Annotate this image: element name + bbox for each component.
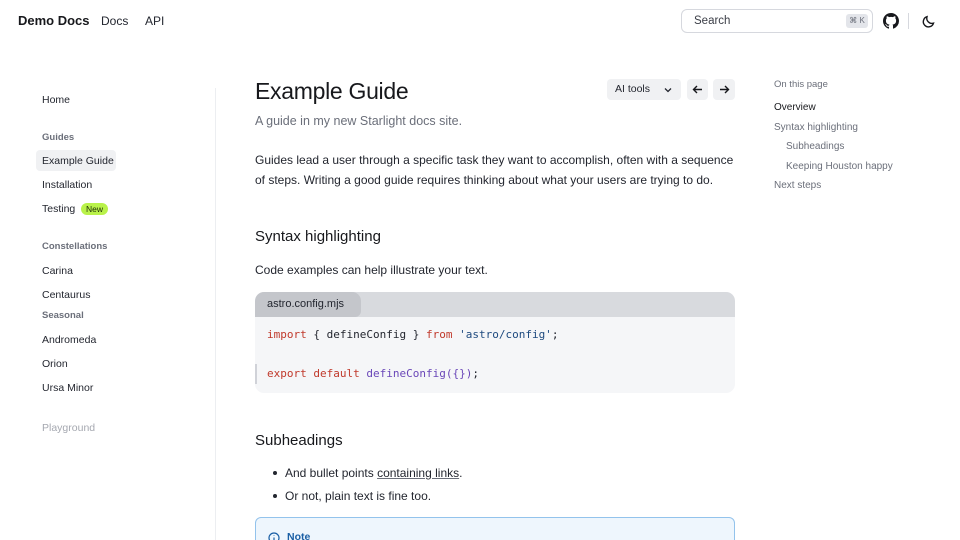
page-title: Example Guide [255,78,409,104]
code-line-marker [255,364,257,384]
list-item: Or not, plain text is fine too. [285,489,432,503]
search-button[interactable]: Search ⌘ K [681,9,873,33]
header-divider [908,13,909,29]
code-intro-paragraph: Code examples can help illustrate your t… [255,263,488,277]
code-token: { defineConfig } [306,328,426,341]
arrow-left-icon [691,83,704,101]
sidebar-item-ursa-minor[interactable]: Ursa Minor [42,382,93,394]
code-file-tab: astro.config.mjs [255,292,361,317]
prev-page-button[interactable] [687,79,708,100]
toc-item-overview[interactable]: Overview [774,102,816,113]
code-token: defineConfig [366,367,446,380]
nav-link-docs[interactable]: Docs [101,14,128,28]
code-token: 'astro/config' [459,328,552,341]
sidebar-item-home[interactable]: Home [42,94,70,106]
code-token: ; [472,367,479,380]
intro-paragraph: Guides lead a user through a specific ta… [255,153,734,187]
list-item: And bullet points containing links. [285,466,462,480]
sidebar-item-andromeda[interactable]: Andromeda [42,334,96,346]
toc-item-subheadings[interactable]: Subheadings [786,141,844,152]
code-line-1: import { defineConfig } from 'astro/conf… [267,328,558,341]
chevron-down-icon [663,83,673,101]
sidebar-item-installation[interactable]: Installation [42,179,92,191]
info-icon [268,531,280,540]
code-token: ; [551,328,559,341]
sidebar-group-constellations: Constellations [42,241,108,252]
sidebar-item-centaurus[interactable]: Centaurus [42,289,90,301]
nav-link-api[interactable]: API [145,14,164,28]
moon-icon[interactable] [921,13,937,29]
new-badge: New [81,203,109,215]
sidebar-item-example-guide[interactable]: Example Guide [42,155,114,167]
code-token: export [267,367,307,380]
search-label: Search [694,15,731,27]
ai-tools-button[interactable]: AI tools [607,79,681,100]
heading-subheadings: Subheadings [255,432,343,449]
list-text: And bullet points [285,466,378,480]
code-line-2: export default defineConfig({}); [267,367,479,380]
code-token: import [267,328,307,341]
bullet-dot [273,494,277,498]
code-block: astro.config.mjs import { defineConfig }… [255,292,735,393]
toc-item-syntax-highlighting[interactable]: Syntax highlighting [774,122,858,133]
sidebar-item-playground[interactable]: Playground [42,422,95,434]
sidebar-border [215,88,216,540]
code-token: from [425,328,453,341]
page-lead: A guide in my new Starlight docs site. [255,114,463,128]
search-shortcut-kbd: ⌘ K [846,14,868,28]
bullet-dot [273,471,277,475]
sidebar-item-carina[interactable]: Carina [42,265,73,277]
toc-title: On this page [774,79,828,90]
code-token: {} [452,367,466,380]
sidebar-item-testing[interactable]: Testing [42,203,75,215]
toc-item-keeping-houston-happy[interactable]: Keeping Houston happy [786,161,893,172]
sidebar-group-seasonal: Seasonal [42,310,84,321]
toc-item-next-steps[interactable]: Next steps [774,180,821,191]
list-text: . [459,466,463,480]
code-token: default [313,367,360,380]
heading-syntax-highlighting: Syntax highlighting [255,228,381,245]
site-title[interactable]: Demo Docs [18,13,90,28]
arrow-right-icon [718,83,731,101]
next-page-button[interactable] [713,79,735,100]
note-title: Note [287,531,311,540]
github-icon[interactable] [883,13,899,29]
note-aside: Note [255,517,735,540]
ai-tools-label: AI tools [615,83,651,95]
sidebar-item-orion[interactable]: Orion [42,358,68,370]
sidebar-group-guides: Guides [42,132,75,143]
containing-links-link[interactable]: containing links [377,466,459,480]
